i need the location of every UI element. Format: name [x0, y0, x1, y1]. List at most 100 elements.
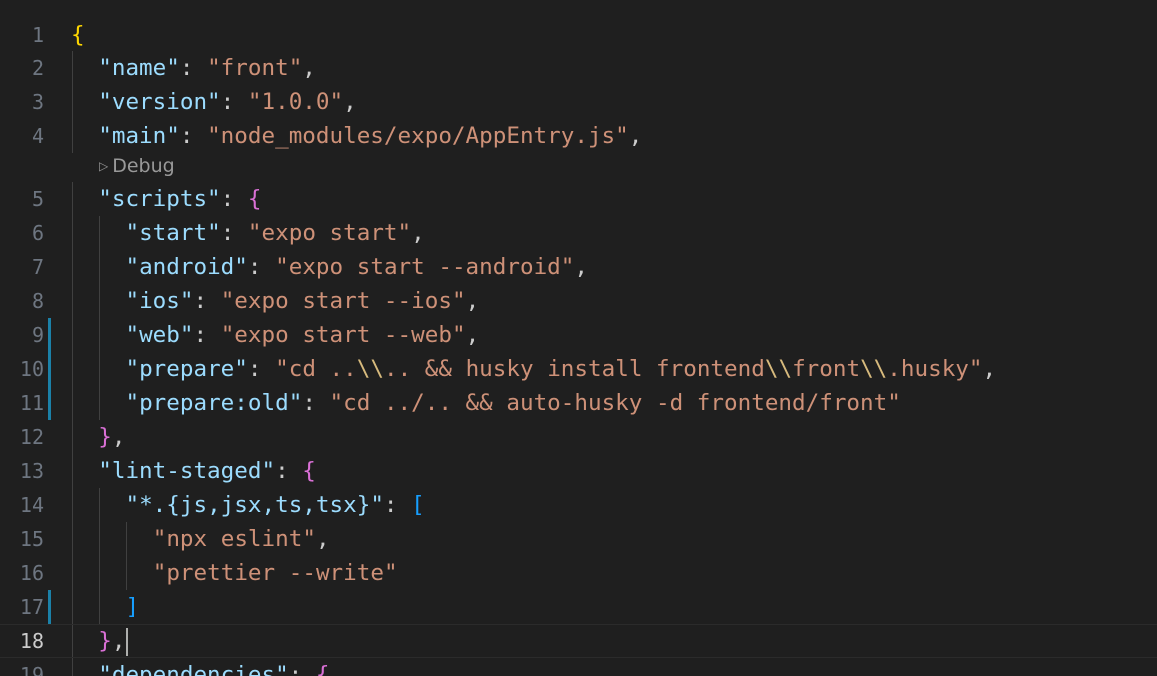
code-line[interactable]: 17]	[0, 590, 1157, 624]
code-line[interactable]: 11 "prepare:old": "cd ../.. && auto-husky…	[0, 386, 1157, 420]
line-number: 11	[19, 391, 44, 415]
code-text: {	[71, 18, 85, 52]
indent-guide	[72, 216, 73, 250]
code-line[interactable]: 10 "prepare": "cd ..\\.. && husky install…	[0, 352, 1157, 386]
code-token: }	[98, 424, 112, 450]
indent-guide	[99, 318, 101, 352]
indent-guide	[99, 250, 101, 284]
code-line[interactable]: 8 "ios": "expo start --ios",	[0, 284, 1157, 318]
code-text: "scripts": {	[98, 182, 261, 216]
line-number: 6	[31, 221, 44, 245]
code-token: :	[193, 322, 221, 348]
line-number: 13	[19, 459, 44, 483]
code-line[interactable]: 15 "npx eslint",	[0, 522, 1157, 556]
code-token: "lint-staged"	[98, 458, 276, 484]
code-token: "prepare"	[125, 356, 248, 382]
code-token: :	[247, 356, 276, 382]
code-token: :	[220, 186, 248, 212]
indent-guide	[72, 658, 73, 676]
indent-guide	[99, 488, 101, 522]
code-token: ]	[125, 594, 140, 620]
code-token: :	[193, 288, 221, 314]
code-token: {	[315, 662, 330, 676]
code-line[interactable]: 9 "web": "expo start --web",	[0, 318, 1157, 352]
code-line[interactable]: 13 "lint-staged": {	[0, 454, 1157, 488]
code-line[interactable]: 2 "name": "front",	[0, 51, 1157, 85]
line-number: 18	[19, 629, 44, 653]
code-token: \\	[764, 356, 793, 382]
code-token: "prepare:old"	[125, 390, 303, 416]
code-token: ,	[111, 424, 126, 450]
code-token: "expo start"	[247, 220, 412, 246]
code-token: "expo start --android"	[275, 254, 575, 280]
code-token: ,	[411, 220, 425, 246]
indent-guide	[99, 590, 101, 624]
code-line[interactable]: 12},	[0, 420, 1157, 454]
code-token: "dependencies"	[98, 662, 289, 676]
indent-guide	[72, 590, 73, 624]
line-number: 10	[19, 357, 44, 381]
code-line[interactable]: 1{	[0, 18, 1157, 52]
code-token: ,	[465, 322, 480, 348]
code-line[interactable]: 14 "*.{js,jsx,ts,tsx}": [	[0, 488, 1157, 522]
code-line[interactable]: 3 "version": "1.0.0",	[0, 85, 1157, 119]
indent-guide	[72, 284, 73, 318]
code-token: "npx eslint"	[152, 526, 316, 552]
line-number: 2	[31, 56, 44, 80]
indent-guide	[126, 522, 128, 556]
play-triangle-icon: ▷	[99, 159, 109, 173]
code-token: "1.0.0"	[247, 89, 344, 115]
code-token: "prettier --write"	[152, 560, 398, 586]
code-text: "start": "expo start",	[125, 216, 424, 250]
code-token: ,	[111, 628, 126, 654]
code-token: [	[411, 492, 425, 518]
code-text: "android": "expo start --android",	[125, 250, 588, 284]
indent-guide	[99, 284, 101, 318]
code-token: {	[247, 186, 262, 212]
code-token: "version"	[98, 89, 221, 115]
code-line[interactable]: 6 "start": "expo start",	[0, 216, 1157, 250]
line-number: 9	[31, 323, 44, 347]
indent-guide	[99, 386, 101, 420]
code-token: "android"	[125, 254, 248, 280]
code-editor[interactable]: 1{2 "name": "front", 3 "version": "1.0.0", 4…	[0, 0, 1157, 676]
indent-guide	[72, 488, 73, 522]
code-text: "main": "node_modules/expo/AppEntry.js",	[98, 119, 642, 153]
indent-guide	[99, 522, 101, 556]
code-text: "dependencies": {	[98, 658, 329, 676]
code-token: "*.{js,jsx,ts,tsx}"	[125, 492, 384, 518]
code-text: "name": "front",	[98, 51, 316, 85]
code-token: "front"	[207, 55, 303, 81]
line-number: 19	[19, 663, 44, 676]
code-line[interactable]: 5 "scripts": {	[0, 182, 1157, 216]
code-line[interactable]: 4 "main": "node_modules/expo/AppEntry.js"…	[0, 119, 1157, 153]
code-token: \\	[860, 356, 888, 382]
indent-guide	[72, 454, 73, 488]
line-number: 17	[19, 595, 44, 619]
code-token: {	[71, 22, 85, 48]
code-line[interactable]: 16 "prettier --write"	[0, 556, 1157, 590]
code-token: ,	[628, 123, 643, 149]
code-text: "lint-staged": {	[98, 454, 316, 488]
code-token: ,	[465, 288, 480, 314]
code-token: :	[288, 662, 316, 676]
code-token: :	[179, 55, 208, 81]
debug-codelens[interactable]: ▷ Debug	[99, 152, 175, 180]
code-line[interactable]: 7 "android": "expo start --android",	[0, 250, 1157, 284]
line-number: 5	[31, 187, 44, 211]
code-line[interactable]: 19 "dependencies": {	[0, 658, 1157, 676]
line-number: 8	[31, 289, 44, 313]
code-token: "node_modules/expo/AppEntry.js"	[207, 123, 629, 149]
code-text: ]	[125, 590, 139, 624]
indent-guide	[99, 352, 101, 386]
change-marker	[48, 318, 51, 420]
line-number: 3	[31, 90, 44, 114]
indent-guide	[72, 522, 73, 556]
code-token: "cd ../.. && auto-husky -d frontend/fron…	[329, 390, 901, 416]
code-line[interactable]: 18},	[0, 624, 1157, 658]
code-token: :	[220, 89, 248, 115]
code-token: }	[98, 628, 112, 654]
code-token: {	[302, 458, 316, 484]
code-token: front	[792, 356, 861, 382]
indent-guide	[99, 556, 101, 590]
